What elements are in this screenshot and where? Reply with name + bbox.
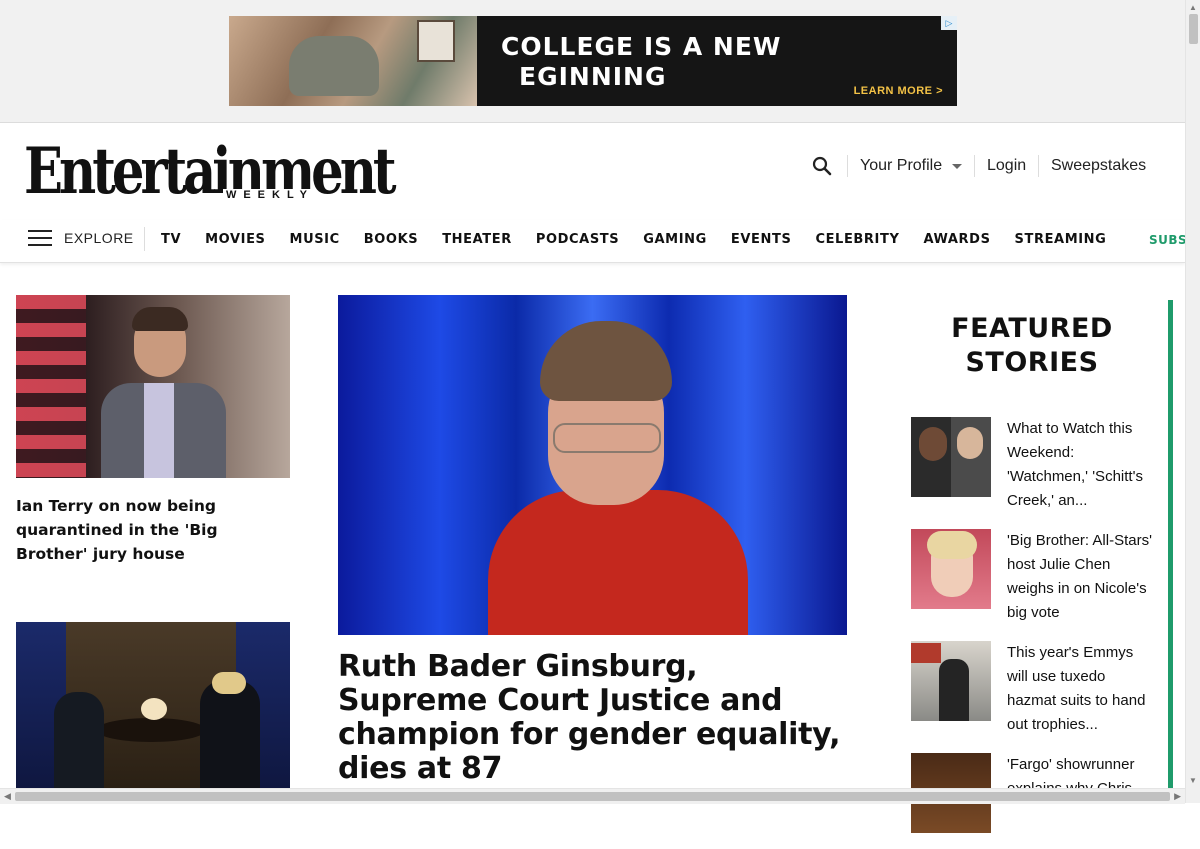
story-thumbnail[interactable]	[16, 622, 290, 788]
nav-item-tv[interactable]: TV	[161, 232, 181, 247]
vertical-scrollbar[interactable]: ▲ ▼	[1185, 0, 1200, 803]
ad-headline: COLLEGE IS A NEW EGINNING	[501, 32, 781, 92]
divider	[847, 155, 848, 177]
ad-person-graphic	[289, 36, 379, 96]
nav-item-streaming[interactable]: STREAMING	[1015, 232, 1107, 247]
hero-image[interactable]	[338, 295, 847, 635]
hero-headline[interactable]: Ruth Bader Ginsburg, Supreme Court Justi…	[338, 650, 847, 786]
thumb-figure	[911, 643, 941, 663]
thumb-figure	[927, 531, 977, 559]
nav-item-awards[interactable]: AWARDS	[923, 232, 990, 247]
accent-bar	[1168, 300, 1173, 790]
nav-item-celebrity[interactable]: CELEBRITY	[815, 232, 899, 247]
featured-thumbnail[interactable]	[911, 641, 991, 721]
featured-thumbnail[interactable]	[911, 529, 991, 609]
portrait-hair	[540, 321, 672, 401]
nav-item-gaming[interactable]: GAMING	[643, 232, 707, 247]
hamburger-menu-icon[interactable]	[28, 230, 52, 248]
scroll-down-icon[interactable]: ▼	[1189, 776, 1197, 785]
featured-thumbnail[interactable]	[911, 417, 991, 497]
featured-item-title[interactable]: What to Watch this Weekend: 'Watchmen,' …	[1007, 417, 1155, 513]
thumbnail-background	[16, 295, 86, 478]
scrollbar-thumb[interactable]	[15, 792, 1170, 801]
scroll-right-icon[interactable]: ▶	[1174, 791, 1181, 802]
thumbnail-table	[96, 718, 206, 742]
nav-items: TV MOVIES MUSIC BOOKS THEATER PODCASTS G…	[161, 232, 1130, 247]
nav-item-podcasts[interactable]: PODCASTS	[536, 232, 619, 247]
thumbnail-person	[200, 680, 260, 788]
logo-wordmark: Entertainment	[24, 134, 397, 209]
featured-item-title[interactable]: 'Big Brother: All-Stars' host Julie Chen…	[1007, 529, 1155, 625]
ad-window-graphic	[417, 20, 455, 62]
ad-image	[229, 16, 477, 106]
nav-item-theater[interactable]: THEATER	[442, 232, 512, 247]
divider	[144, 227, 145, 251]
thumb-figure	[919, 427, 947, 461]
person-hair	[132, 307, 188, 331]
profile-label: Your Profile	[860, 157, 943, 174]
subscribe-link[interactable]: SUBSCRIBE	[1149, 233, 1185, 247]
scrollbar-thumb[interactable]	[1189, 14, 1198, 44]
featured-item[interactable]: This year's Emmys will use tuxedo hazmat…	[911, 641, 1156, 737]
caret-down-icon	[952, 163, 963, 169]
featured-item[interactable]: 'Big Brother: All-Stars' host Julie Chen…	[911, 529, 1156, 625]
nav-item-movies[interactable]: MOVIES	[205, 232, 265, 247]
nav-item-events[interactable]: EVENTS	[731, 232, 792, 247]
thumb-figure	[939, 659, 969, 721]
featured-item-title[interactable]: This year's Emmys will use tuxedo hazmat…	[1007, 641, 1155, 737]
ad-headline-line2: EGINNING	[519, 62, 667, 91]
adchoices-icon[interactable]: ▷	[941, 16, 957, 30]
explore-button[interactable]: EXPLORE	[64, 230, 134, 246]
main-nav: EXPLORE TV MOVIES MUSIC BOOKS THEATER PO…	[0, 220, 1185, 263]
featured-item[interactable]: What to Watch this Weekend: 'Watchmen,' …	[911, 417, 1156, 513]
portrait-glasses	[553, 423, 661, 453]
ad-headline-line1: COLLEGE IS A NEW	[501, 32, 782, 61]
story-thumbnail[interactable]	[16, 295, 290, 478]
scroll-left-icon[interactable]: ◀	[4, 791, 11, 802]
story-headline[interactable]: Ian Terry on now being quarantined in th…	[16, 494, 290, 566]
thumbnail-flowers	[141, 698, 167, 720]
divider	[1038, 155, 1039, 177]
divider	[974, 155, 975, 177]
ad-zone: COLLEGE IS A NEW EGINNING LEARN MORE > ▷	[0, 0, 1185, 123]
ad-banner[interactable]: COLLEGE IS A NEW EGINNING LEARN MORE > ▷	[229, 16, 957, 106]
horizontal-scrollbar[interactable]: ◀ ▶	[0, 788, 1185, 804]
nav-item-books[interactable]: BOOKS	[364, 232, 418, 247]
thumb-figure	[957, 427, 983, 459]
sweepstakes-link[interactable]: Sweepstakes	[1051, 155, 1146, 177]
logo-subtitle: WEEKLY	[222, 189, 314, 201]
hero-portrait	[488, 315, 748, 635]
portrait-coat	[488, 490, 748, 635]
featured-stories-title: FEATURED STORIES	[951, 313, 1113, 378]
thumbnail-person	[96, 305, 226, 478]
site-logo[interactable]: Entertainment WEEKLY	[24, 134, 397, 210]
login-link[interactable]: Login	[987, 155, 1026, 177]
profile-menu[interactable]: Your Profile	[860, 155, 963, 177]
ad-learn-more-link[interactable]: LEARN MORE >	[854, 85, 943, 97]
scroll-up-icon[interactable]: ▲	[1189, 3, 1197, 12]
person-shirt	[144, 383, 174, 478]
search-icon[interactable]	[812, 155, 834, 177]
person-hair	[212, 672, 246, 694]
nav-item-music[interactable]: MUSIC	[290, 232, 340, 247]
thumbnail-person	[54, 692, 104, 788]
